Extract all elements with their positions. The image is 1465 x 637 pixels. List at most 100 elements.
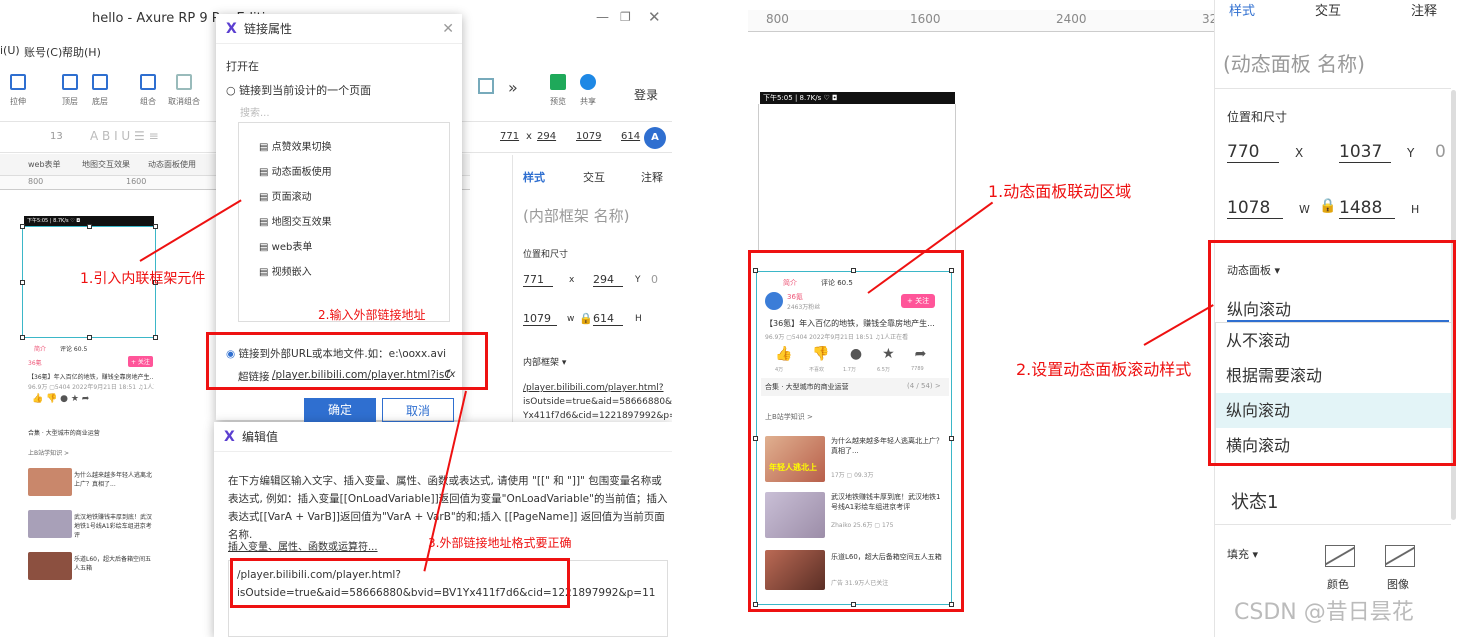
font-size-select[interactable]: 13 [50, 131, 63, 142]
h-input[interactable]: 614 [593, 312, 623, 326]
widget-name-input[interactable]: (动态面板 名称) [1223, 48, 1365, 77]
ungroup-button[interactable]: 取消组合 [168, 74, 200, 107]
page-search-input[interactable]: 搜索... [240, 104, 270, 119]
lock-icon[interactable]: 🔒 [579, 312, 593, 325]
axure-logo-icon: X [224, 429, 235, 445]
page-item[interactable]: ▤ 动态面板使用 [259, 160, 332, 185]
video-thumbnail[interactable] [28, 468, 72, 496]
preview-button[interactable]: 预览 [550, 74, 566, 107]
watermark: CSDN @昔日昙花 [1234, 600, 1414, 625]
close-icon[interactable]: ✕ [442, 14, 454, 44]
close-icon[interactable]: ✕ [648, 8, 661, 26]
fill-image-swatch[interactable] [1385, 545, 1415, 567]
ruler-label: 800 [766, 12, 789, 26]
maximize-icon[interactable]: ❐ [620, 10, 631, 24]
rotation-input[interactable]: 0 [651, 273, 658, 286]
x-input[interactable]: 771 [523, 273, 553, 287]
fmt-y[interactable]: 294 [537, 131, 556, 142]
open-in-label: 打开在 [226, 60, 259, 73]
inline-frame-label[interactable]: 内部框架 ▾ [523, 355, 566, 368]
y-input[interactable]: 1037 [1339, 142, 1391, 163]
send-back-button[interactable]: 底层 [92, 74, 108, 107]
menu-item[interactable]: i(U) [0, 44, 20, 57]
bring-front-button[interactable]: 顶层 [62, 74, 78, 107]
tab-style[interactable]: 样式 [523, 169, 545, 185]
tb-label: 底层 [92, 97, 108, 106]
widget-name-input[interactable]: (内部框架 名称) [523, 205, 629, 226]
tab-item[interactable]: 地图交互效果 [82, 159, 130, 170]
menu-item[interactable]: 账号(C) [24, 44, 62, 60]
page-name: 页面滚动 [271, 192, 312, 203]
video-thumbnail[interactable] [28, 510, 72, 538]
tab-style[interactable]: 样式 [1229, 0, 1255, 19]
follow-button[interactable]: + 关注 [128, 356, 153, 367]
video-thumbnail[interactable] [28, 552, 72, 580]
ok-button[interactable]: 确定 [304, 398, 376, 422]
tab-notes[interactable]: 注释 [1411, 0, 1437, 19]
w-input[interactable]: 1079 [523, 312, 557, 326]
x-label: X [1295, 146, 1304, 160]
design-canvas[interactable]: 下午5:05 | 8.7K/s ♡ ◘ 简介 评论 60.5 36氪 + 关注 … [0, 190, 200, 637]
tab-item[interactable]: web表单 [28, 159, 61, 170]
fmt-w[interactable]: 1079 [576, 131, 601, 142]
y-label: Y [1407, 146, 1415, 160]
group-button[interactable]: 组合 [140, 74, 156, 107]
frame-url-line[interactable]: /player.bilibili.com/player.html? [523, 383, 664, 393]
tab-item[interactable]: 动态面板使用 [148, 159, 196, 170]
divider [1215, 524, 1451, 525]
stretch-button[interactable]: 拉伸 [10, 74, 26, 107]
tb-label: 预览 [550, 97, 566, 106]
minimize-icon[interactable]: — [596, 10, 609, 25]
ruler-label: 800 [28, 177, 44, 186]
login-button[interactable]: 登录 [634, 86, 658, 103]
rotation-input[interactable]: 0 [1435, 142, 1446, 162]
fill-color-swatch[interactable] [1325, 545, 1355, 567]
channel-name: 36氪 [28, 360, 42, 367]
page-item[interactable]: ▤ 点赞效果切换 [259, 135, 332, 160]
annotation-text: 1.动态面板联动区域 [988, 182, 1132, 201]
more-chevron-icon[interactable]: » [508, 78, 518, 97]
format-icons: A B I U ☰ ≡ [90, 129, 159, 143]
playlist[interactable]: 合集 · 大型城市的商业运营 [28, 428, 154, 437]
radio-page[interactable]: ○ 链接到当前设计的一个页面 [226, 82, 371, 98]
fmt-h[interactable]: 614 [621, 131, 640, 142]
distribute-icon[interactable] [478, 78, 494, 94]
feed-tab[interactable]: 简介 [34, 344, 46, 353]
frame-url-line: Yx411f7d6&cid=1221897992&p=11 [523, 411, 672, 421]
stretch-icon [10, 74, 26, 90]
highlight-box [748, 250, 964, 612]
fill-color-label: 颜色 [1327, 578, 1349, 591]
ruler-label: 2400 [1056, 12, 1087, 26]
action-icons[interactable]: 👍 👎 ● ★ ➦ [32, 394, 89, 404]
w-input[interactable]: 1078 [1227, 198, 1283, 219]
inline-frame-area [758, 104, 956, 250]
page-name: 点赞效果切换 [271, 142, 332, 153]
share-button[interactable]: 共享 [580, 74, 596, 107]
tab-interaction[interactable]: 交互 [583, 169, 605, 185]
page-item[interactable]: ▤ 页面滚动 [259, 185, 332, 210]
insert-variable-link[interactable]: 插入变量、属性、函数或运算符... [228, 538, 378, 553]
x-input[interactable]: 770 [1227, 142, 1279, 163]
page-item[interactable]: ▤ 地图交互效果 [259, 210, 332, 235]
feed-tab[interactable]: 评论 60.5 [60, 344, 87, 353]
page-item[interactable]: ▤ 视频嵌入 [259, 260, 332, 285]
tab-notes[interactable]: 注释 [641, 169, 663, 185]
dialog-title-bar: X 编辑值 [214, 422, 672, 452]
assistant-icon[interactable]: A [644, 127, 666, 149]
more-link[interactable]: 上B站学知识 > [28, 448, 69, 457]
y-input[interactable]: 294 [593, 273, 623, 287]
phone-status-bar: 下午5:05 | 8.7K/s ♡ ◘ [760, 92, 955, 104]
position-label: 位置和尺寸 [1227, 110, 1288, 124]
arrow-line [1143, 304, 1214, 346]
cancel-button[interactable]: 取消 [382, 398, 454, 422]
fill-label[interactable]: 填充 ▾ [1227, 546, 1258, 562]
panel-state-item[interactable]: 状态1 [1231, 488, 1278, 514]
page-item[interactable]: ▤ web表单 [259, 235, 332, 260]
tab-interaction[interactable]: 交互 [1315, 0, 1341, 19]
h-input[interactable]: 1488 [1339, 198, 1395, 219]
video-title: 为什么越来越多年轻人逃离北上广？真相了... [74, 472, 153, 488]
video-headline: 【36氪】年入百亿的地铁，赚钱全靠房地产生... [28, 374, 154, 381]
lock-icon[interactable]: 🔒 [1319, 198, 1336, 214]
fmt-x[interactable]: 771 [500, 131, 519, 142]
menu-item[interactable]: 帮助(H) [62, 44, 101, 60]
